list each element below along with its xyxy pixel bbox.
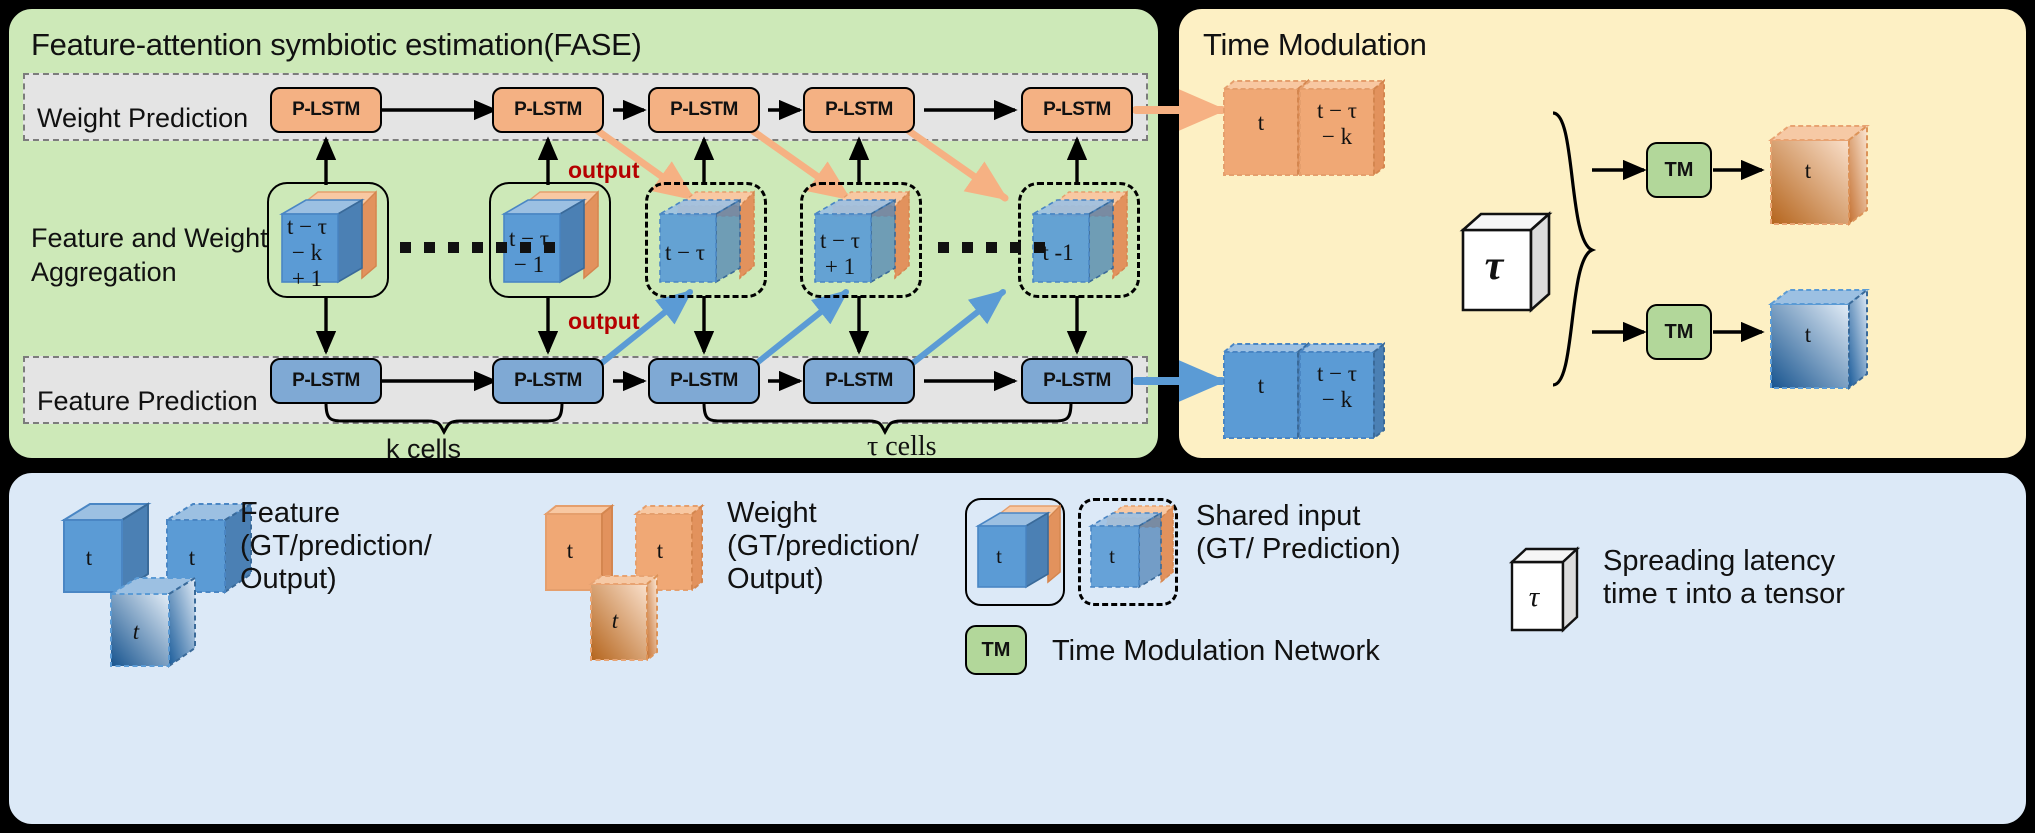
weight-prediction-label: Weight Prediction — [37, 103, 249, 133]
diagram-root: Feature-attention symbiotic estimation(F… — [0, 0, 2035, 833]
feature-prediction-label: Feature Prediction — [37, 386, 258, 416]
feature-plstm-4[interactable]: P-LSTM — [803, 358, 915, 404]
tm-box-bottom[interactable]: TM — [1646, 304, 1712, 360]
cell-2-cube — [498, 188, 606, 294]
weight-plstm-2[interactable]: P-LSTM — [492, 87, 604, 133]
tau-cube — [1457, 208, 1565, 318]
weight-plstm-3[interactable]: P-LSTM — [648, 87, 760, 133]
tm-output-feature-cube — [1765, 284, 1887, 396]
legend-weight-text: Weight (GT/prediction/ Output) — [727, 497, 919, 595]
legend-shared-input-text: Shared input (GT/ Prediction) — [1196, 500, 1401, 565]
weight-plstm-1[interactable]: P-LSTM — [270, 87, 382, 133]
legend-shared-input-solid-cube — [972, 502, 1067, 602]
legend-feature-cube-gradient — [105, 570, 215, 674]
time-modulation-title: Time Modulation — [1203, 27, 1427, 62]
legend-weight-slab-gradient — [585, 570, 675, 666]
tm-feature-tensor — [1220, 338, 1410, 443]
aggregation-label: Feature and Weight Aggregation — [31, 223, 268, 287]
legend-tau-cube — [1507, 544, 1587, 636]
tm-weight-tensor — [1220, 75, 1410, 180]
legend-tm-text: Time Modulation Network — [1052, 635, 1380, 667]
k-cells-label: k cells — [386, 434, 462, 464]
ellipsis-left — [400, 242, 555, 253]
tau-cells-label: τ cells — [867, 431, 937, 462]
weight-plstm-5[interactable]: P-LSTM — [1021, 87, 1133, 133]
cell-3-cube — [654, 188, 762, 294]
legend-shared-input-dashed-cube — [1085, 502, 1180, 602]
tm-box-top[interactable]: TM — [1646, 142, 1712, 198]
output-label-bottom: output — [568, 308, 640, 334]
feature-plstm-3[interactable]: P-LSTM — [648, 358, 760, 404]
legend-tm-badge: TM — [965, 625, 1027, 675]
cell-4-cube — [809, 188, 917, 294]
ellipsis-right — [938, 242, 1045, 253]
cell-5-cube — [1027, 188, 1135, 294]
weight-plstm-4[interactable]: P-LSTM — [803, 87, 915, 133]
legend-spreading-text: Spreading latency time τ into a tensor — [1603, 545, 1845, 610]
fase-panel-title: Feature-attention symbiotic estimation(F… — [31, 27, 642, 62]
feature-plstm-1[interactable]: P-LSTM — [270, 358, 382, 404]
tm-output-weight-cube — [1765, 120, 1887, 232]
output-label-top: output — [568, 157, 640, 183]
legend-feature-text: Feature (GT/prediction/ Output) — [240, 497, 432, 595]
cell-1-cube — [276, 188, 384, 294]
feature-plstm-5[interactable]: P-LSTM — [1021, 358, 1133, 404]
feature-plstm-2[interactable]: P-LSTM — [492, 358, 604, 404]
